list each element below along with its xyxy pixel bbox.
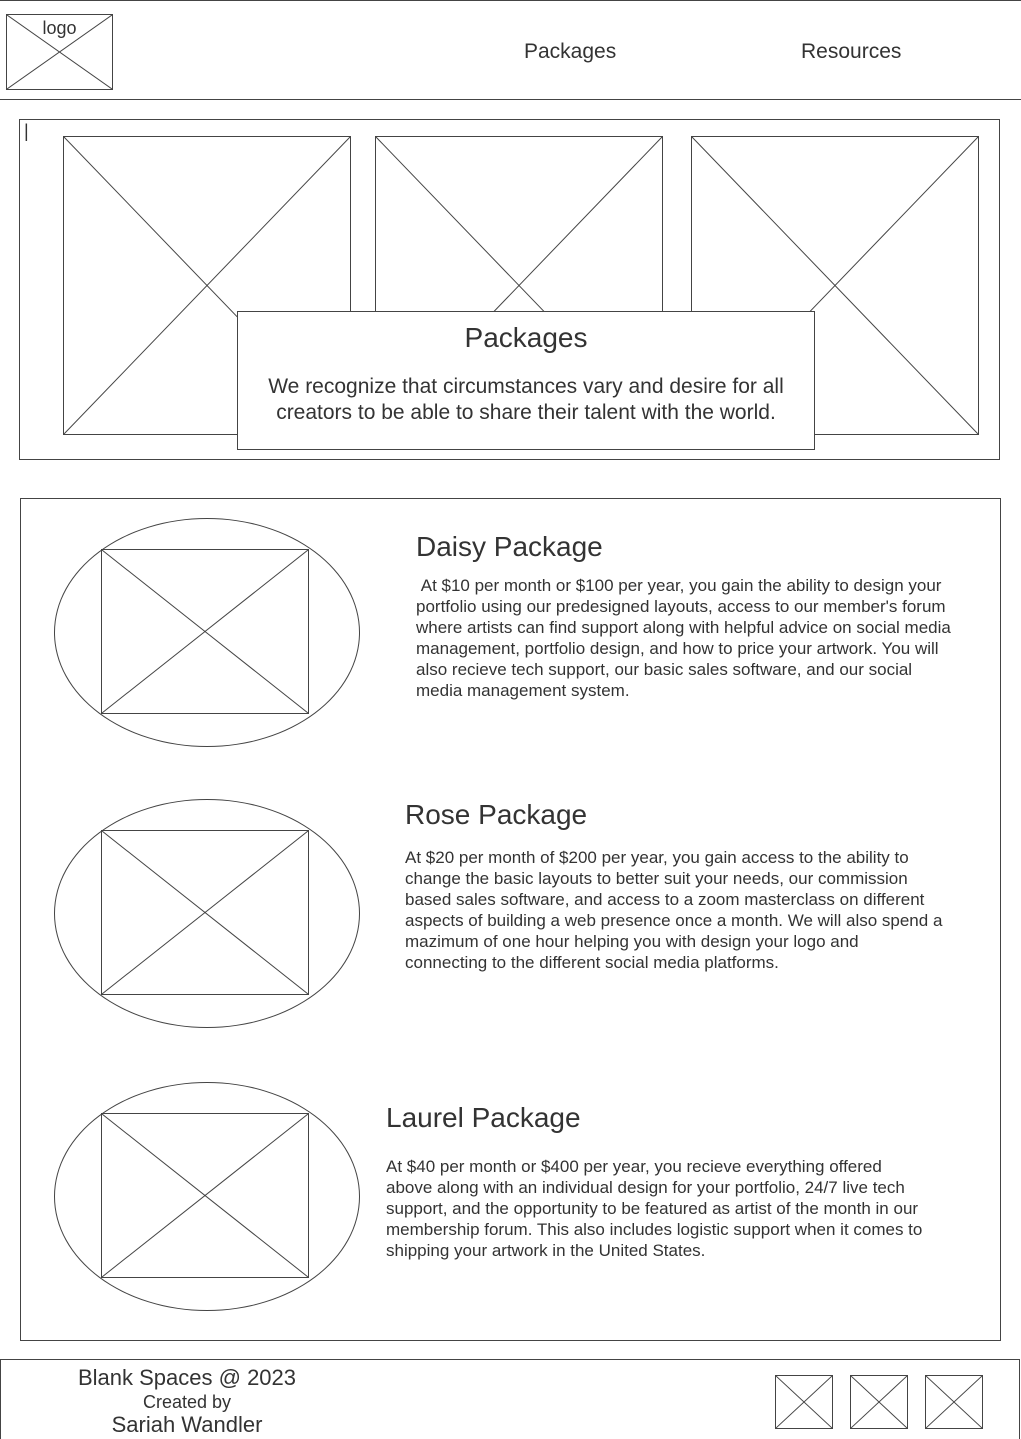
cursor-mark: | bbox=[24, 121, 29, 141]
rose-description: At $20 per month of $200 per year, you g… bbox=[405, 848, 943, 972]
daisy-description: At $10 per month or $100 per year, you g… bbox=[416, 576, 956, 700]
laurel-description: At $40 per month or $400 per year, you r… bbox=[386, 1157, 923, 1260]
header: logo Packages Resources bbox=[0, 0, 1021, 100]
laurel-title: Laurel Package bbox=[386, 1102, 581, 1133]
footer-author: Sariah Wandler bbox=[111, 1412, 263, 1437]
logo-image[interactable]: logo bbox=[6, 14, 113, 90]
footer-created-by: Created by bbox=[142, 1392, 232, 1412]
footer-copyright: Blank Spaces @ 2023 bbox=[77, 1365, 297, 1390]
social-icon-3[interactable] bbox=[925, 1375, 983, 1429]
hero-description: We recognize that circumstances vary and… bbox=[268, 375, 784, 424]
nav-resources[interactable]: Resources bbox=[801, 40, 901, 64]
hero-title: Packages bbox=[464, 322, 588, 353]
rose-title: Rose Package bbox=[405, 799, 588, 830]
social-icon-1[interactable] bbox=[775, 1375, 833, 1429]
social-icon-2[interactable] bbox=[850, 1375, 908, 1429]
laurel-image bbox=[101, 1113, 309, 1278]
hero-caption-box: Packages We recognize that circumstances… bbox=[237, 311, 815, 450]
rose-image bbox=[101, 830, 309, 995]
daisy-image bbox=[101, 549, 309, 714]
logo-label: logo bbox=[42, 18, 77, 38]
nav-packages[interactable]: Packages bbox=[524, 40, 616, 64]
daisy-title: Daisy Package bbox=[416, 531, 603, 562]
